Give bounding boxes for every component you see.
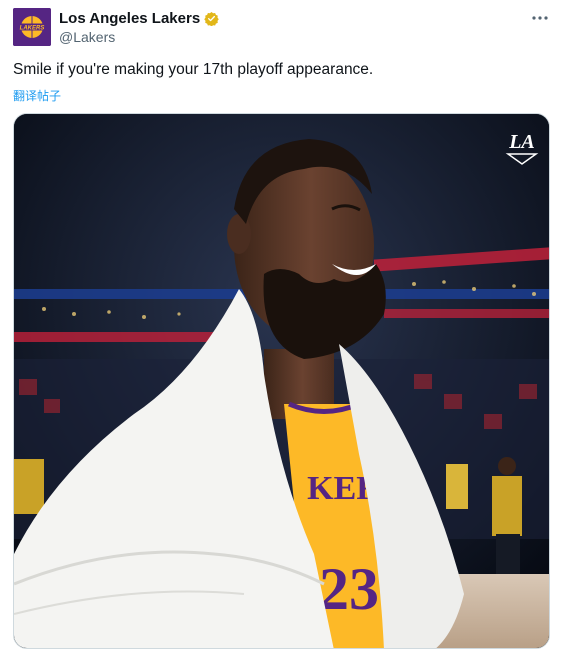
lakers-logo: LAKERS (13, 8, 51, 46)
avatar[interactable]: LAKERS (13, 8, 51, 46)
svg-text:LA: LA (508, 131, 535, 153)
display-name[interactable]: Los Angeles Lakers (59, 10, 200, 27)
avatar-logo-text: LAKERS (20, 25, 45, 31)
jersey-number: 23 (319, 556, 379, 622)
tweet-text: Smile if you're making your 17th playoff… (13, 61, 374, 78)
author-handle[interactable]: @Lakers (59, 29, 219, 45)
more-options-icon[interactable] (530, 10, 550, 26)
translate-post-link[interactable]: 翻译帖子 (13, 87, 61, 104)
tweet-author: Los Angeles Lakers @Lakers (59, 9, 219, 45)
tweet-photo[interactable]: KER 23 LA (13, 113, 550, 649)
verified-badge-icon (204, 11, 219, 26)
